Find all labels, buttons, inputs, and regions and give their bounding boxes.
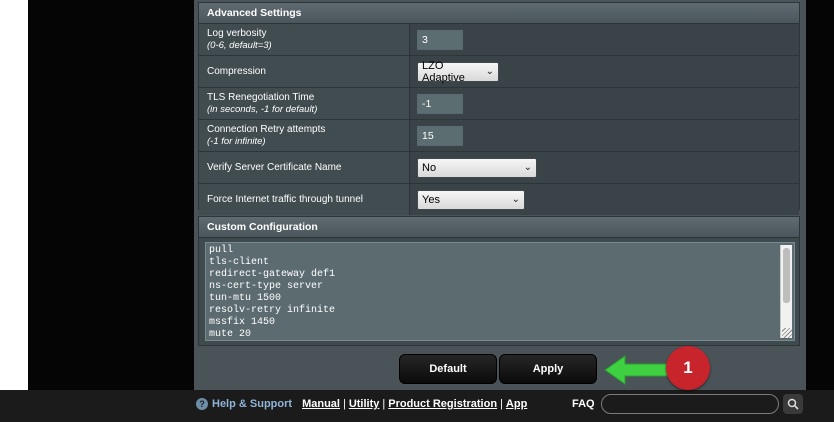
force-internet-traffic-label: Force Internet traffic through tunnel [207, 193, 364, 205]
tls-renegotiation-input[interactable]: -1 [417, 93, 463, 114]
config-line: tls-client [209, 257, 270, 268]
textarea-scrollbar[interactable] [780, 245, 792, 338]
force-internet-traffic-value-cell: Yes ⌄ [410, 184, 799, 215]
log-verbosity-label: Log verbosity [207, 27, 267, 39]
config-line: resolv-retry infinite [209, 305, 336, 316]
callout-badge: 1 [666, 346, 710, 390]
connection-retry-label-cell: Connection Retry attempts (-1 for infini… [199, 120, 410, 151]
help-support-link[interactable]: Help & Support [212, 398, 292, 410]
tls-renegotiation-label: TLS Renegotiation Time [207, 91, 315, 103]
separator: | [382, 398, 386, 410]
left-sidebar [28, 0, 194, 408]
force-internet-traffic-select[interactable]: Yes ⌄ [417, 189, 525, 210]
log-verbosity-row: Log verbosity (0-6, default=3) 3 [199, 24, 799, 56]
utility-link[interactable]: Utility [349, 398, 380, 410]
tls-renegotiation-label-cell: TLS Renegotiation Time (in seconds, -1 f… [199, 88, 410, 119]
footer-links: ? Help & Support Manual | Utility | Prod… [196, 396, 527, 412]
compression-selected-value: LZO Adaptive [422, 59, 465, 84]
advanced-settings-header: Advanced Settings [199, 3, 799, 24]
compression-row: Compression LZO Adaptive ⌄ [199, 56, 799, 88]
tls-renegotiation-hint: (in seconds, -1 for default) [207, 103, 318, 115]
force-internet-traffic-selected-value: Yes [422, 193, 440, 206]
chevron-down-icon: ⌄ [485, 66, 494, 77]
faq-label: FAQ [572, 398, 595, 410]
verify-server-cert-value-cell: No ⌄ [410, 152, 799, 183]
verify-server-cert-label: Verify Server Certificate Name [207, 161, 342, 173]
apply-button[interactable]: Apply [499, 354, 597, 384]
config-line: ns-cert-type server [209, 281, 324, 292]
compression-label: Compression [207, 65, 266, 77]
default-button[interactable]: Default [399, 354, 497, 384]
settings-panel: Advanced Settings Log verbosity (0-6, de… [194, 0, 806, 390]
scrollbar-thumb[interactable] [783, 248, 790, 303]
help-icon: ? [196, 398, 208, 410]
compression-label-cell: Compression [199, 56, 410, 87]
separator: | [342, 398, 346, 410]
chevron-down-icon: ⌄ [523, 162, 532, 173]
custom-configuration-textarea[interactable]: pull tls-client redirect-gateway def1 ns… [205, 242, 795, 341]
resize-grip-icon[interactable] [782, 328, 792, 338]
force-internet-traffic-label-cell: Force Internet traffic through tunnel [199, 184, 410, 215]
tls-renegotiation-row: TLS Renegotiation Time (in seconds, -1 f… [199, 88, 799, 120]
manual-link[interactable]: Manual [302, 398, 340, 410]
verify-server-cert-selected-value: No [422, 161, 437, 174]
connection-retry-input[interactable]: 15 [417, 125, 463, 146]
config-line: mssfix 1450 [209, 317, 276, 328]
compression-select[interactable]: LZO Adaptive ⌄ [417, 59, 499, 84]
connection-retry-hint: (-1 for infinite) [207, 135, 266, 147]
compression-value-cell: LZO Adaptive ⌄ [410, 56, 799, 87]
log-verbosity-value-cell: 3 [410, 24, 799, 55]
verify-server-cert-row: Verify Server Certificate Name No ⌄ [199, 152, 799, 184]
separator: | [500, 398, 503, 410]
config-line: tun-mtu 1500 [209, 293, 282, 304]
verify-server-cert-label-cell: Verify Server Certificate Name [199, 152, 410, 183]
search-button[interactable] [783, 394, 803, 414]
connection-retry-row: Connection Retry attempts (-1 for infini… [199, 120, 799, 152]
config-line: mute 20 [209, 329, 252, 340]
right-margin [806, 0, 834, 408]
config-line: pull [209, 245, 234, 256]
custom-configuration-header: Custom Configuration [199, 217, 799, 238]
callout-arrow-icon [604, 355, 670, 385]
verify-server-cert-select[interactable]: No ⌄ [417, 157, 537, 178]
log-verbosity-input[interactable]: 3 [417, 29, 463, 50]
app-link[interactable]: App [506, 398, 527, 410]
faq-search-input[interactable] [601, 394, 779, 414]
chevron-down-icon: ⌄ [511, 194, 520, 205]
advanced-settings-section: Advanced Settings Log verbosity (0-6, de… [198, 2, 800, 215]
product-registration-link[interactable]: Product Registration [388, 398, 497, 410]
custom-configuration-section: Custom Configuration pull tls-client red… [198, 216, 800, 346]
log-verbosity-label-cell: Log verbosity (0-6, default=3) [199, 24, 410, 55]
log-verbosity-hint: (0-6, default=3) [207, 39, 272, 51]
connection-retry-value-cell: 15 [410, 120, 799, 151]
config-line: redirect-gateway def1 [209, 269, 336, 280]
search-icon [787, 398, 799, 410]
connection-retry-label: Connection Retry attempts [207, 123, 326, 135]
tls-renegotiation-value-cell: -1 [410, 88, 799, 119]
force-internet-traffic-row: Force Internet traffic through tunnel Ye… [199, 184, 799, 215]
